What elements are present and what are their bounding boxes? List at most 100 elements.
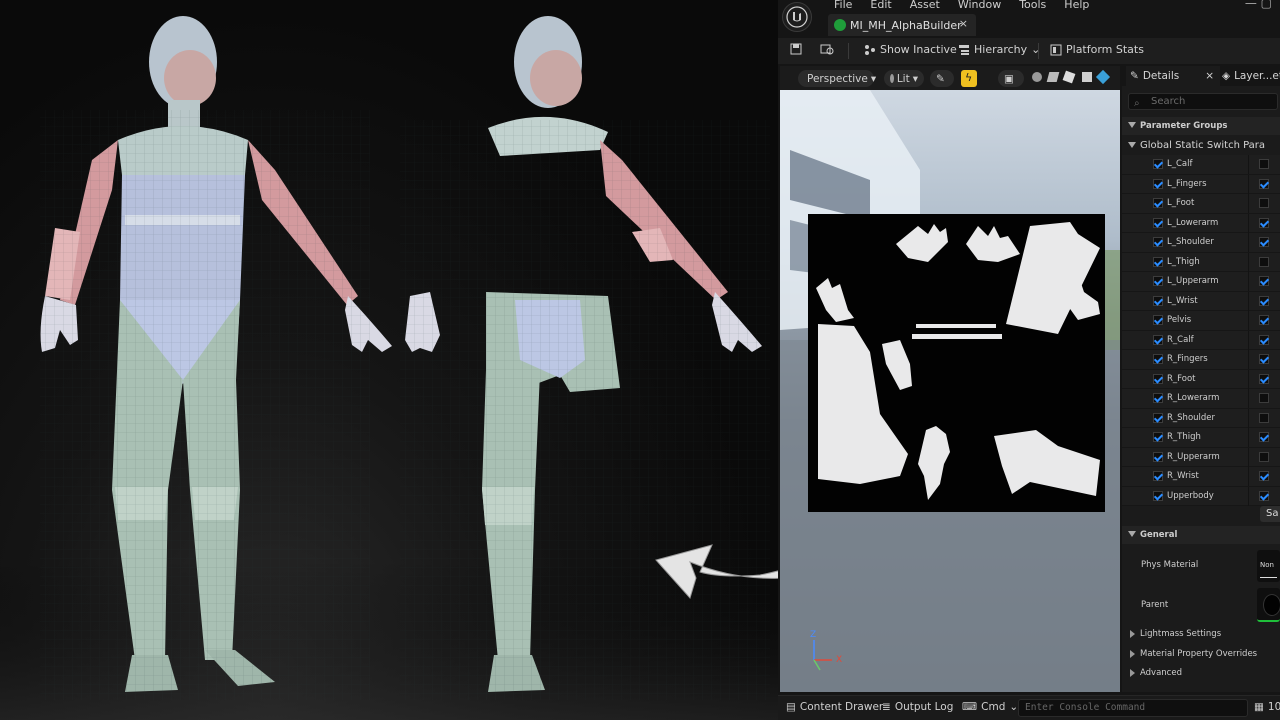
switch-enable-checkbox[interactable] (1153, 393, 1163, 403)
close-icon[interactable]: × (1205, 70, 1214, 82)
source-control-indicator[interactable]: ▦ 10 (1254, 701, 1280, 713)
cube-preview-icon[interactable] (1082, 72, 1092, 82)
switch-enable-checkbox[interactable] (1153, 276, 1163, 286)
menu-file[interactable]: File (825, 0, 861, 12)
parent-thumbnail-icon (1263, 594, 1280, 616)
toolbar-separator (1038, 43, 1039, 59)
lit-dropdown[interactable]: Lit ▾ (884, 70, 924, 87)
switch-enable-checkbox[interactable] (1153, 471, 1163, 481)
save-icon (790, 43, 802, 55)
switch-value-checkbox[interactable] (1259, 471, 1269, 481)
switch-value-checkbox[interactable] (1259, 159, 1269, 169)
parameter-groups-header[interactable]: Parameter Groups (1122, 117, 1280, 135)
hierarchy-button[interactable]: Hierarchy ⌄ (958, 43, 1040, 56)
menu-window[interactable]: Window (949, 0, 1010, 12)
switch-enable-checkbox[interactable] (1153, 237, 1163, 247)
static-switch-row: R_Shoulder (1122, 408, 1280, 428)
switch-enable-checkbox[interactable] (1153, 256, 1163, 267)
switch-enable-checkbox[interactable] (1153, 451, 1163, 462)
switch-label: L_Foot (1167, 198, 1195, 208)
column-divider (1248, 194, 1249, 213)
window-controls-icon[interactable]: — ▢ (1245, 0, 1272, 10)
unreal-logo[interactable] (782, 2, 812, 32)
global-static-switch-header[interactable]: Global Static Switch Para (1122, 136, 1280, 154)
show-flags-dropdown[interactable]: ✎ (930, 70, 954, 87)
switch-value-checkbox[interactable] (1259, 412, 1269, 423)
close-tab-icon[interactable]: × (959, 17, 968, 30)
switch-value-checkbox[interactable] (1259, 334, 1269, 345)
cmd-dropdown[interactable]: ⌨ Cmd ⌄ (962, 701, 1018, 713)
viewport-render[interactable]: Z X (780, 90, 1120, 692)
wand-icon: ✎ (936, 72, 945, 85)
platform-stats-button[interactable]: Platform Stats (1050, 43, 1144, 56)
switch-value-checkbox[interactable] (1259, 276, 1269, 286)
advanced-header[interactable]: Advanced (1122, 664, 1280, 682)
switch-value-checkbox[interactable] (1259, 432, 1269, 442)
switch-enable-checkbox[interactable] (1153, 315, 1163, 325)
console-command-input[interactable]: Enter Console Command (1018, 699, 1248, 717)
output-log-button[interactable]: ≣ Output Log (882, 701, 953, 713)
cylinder-preview-icon[interactable] (1062, 70, 1076, 84)
menu-help[interactable]: Help (1055, 0, 1098, 12)
chevron-down-icon: ▾ (870, 72, 877, 85)
switch-value-checkbox[interactable] (1259, 373, 1269, 384)
show-inactive-button[interactable]: Show Inactive (864, 43, 957, 56)
switch-enable-checkbox[interactable] (1153, 490, 1163, 501)
switch-value-checkbox[interactable] (1259, 198, 1269, 208)
plane-preview-icon[interactable] (1046, 72, 1060, 82)
menu-tools[interactable]: Tools (1010, 0, 1055, 12)
realtime-toggle[interactable]: ϟ (961, 70, 977, 87)
switch-enable-checkbox[interactable] (1153, 217, 1163, 228)
details-search-input[interactable]: ⌕ Search (1128, 93, 1278, 110)
switch-enable-checkbox[interactable] (1153, 412, 1163, 423)
switch-label: R_Shoulder (1167, 412, 1216, 423)
switch-enable-checkbox[interactable] (1153, 178, 1163, 189)
source-control-icon: ▦ (1254, 701, 1264, 713)
tab-details-label: Details (1142, 70, 1180, 82)
switch-value-checkbox[interactable] (1259, 354, 1269, 364)
switch-value-checkbox[interactable] (1259, 178, 1269, 189)
global-static-switch-label: Global Static Switch Para (1140, 139, 1266, 151)
switch-value-checkbox[interactable] (1259, 217, 1269, 228)
viewport-toolbar: Perspective ▾ Lit ▾ ✎ ϟ ▣ (780, 66, 1120, 90)
switch-value-checkbox[interactable] (1259, 295, 1269, 306)
switch-value-checkbox[interactable] (1259, 315, 1269, 325)
save-button[interactable] (790, 43, 802, 55)
x-axis-label: X (836, 655, 843, 665)
tab-details[interactable]: ✎ Details × (1126, 66, 1220, 86)
parent-material-thumbnail[interactable] (1257, 588, 1280, 622)
custom-mesh-preview-icon[interactable] (1095, 69, 1111, 85)
console-placeholder: Enter Console Command (1025, 702, 1146, 713)
switch-value-checkbox[interactable] (1259, 393, 1269, 403)
browse-button[interactable] (820, 43, 834, 55)
switch-value-checkbox[interactable] (1259, 451, 1269, 462)
switch-enable-checkbox[interactable] (1153, 198, 1163, 208)
switch-value-checkbox[interactable] (1259, 256, 1269, 267)
perspective-dropdown[interactable]: Perspective ▾ (798, 70, 877, 87)
preview-viewport[interactable]: Perspective ▾ Lit ▾ ✎ ϟ ▣ Z X (780, 66, 1120, 692)
switch-value-checkbox[interactable] (1259, 490, 1269, 501)
column-divider (1248, 428, 1249, 447)
menu-edit[interactable]: Edit (861, 0, 900, 12)
search-icon: ⌕ (1134, 98, 1140, 109)
switch-enable-checkbox[interactable] (1153, 295, 1163, 306)
material-overrides-header[interactable]: Material Property Overrides (1122, 645, 1280, 663)
unreal-logo-icon (786, 6, 808, 28)
phys-material-picker[interactable]: Non (1257, 550, 1280, 582)
tab-layer-parameters[interactable]: ◈ Layer...ete (1222, 66, 1280, 86)
document-tab[interactable]: MI_MH_AlphaBuilder × (828, 14, 976, 36)
menu-asset[interactable]: Asset (901, 0, 949, 12)
switch-enable-checkbox[interactable] (1153, 432, 1163, 442)
sphere-preview-icon[interactable] (1032, 72, 1042, 82)
general-header[interactable]: General (1122, 526, 1280, 544)
switch-enable-checkbox[interactable] (1153, 354, 1163, 364)
switch-enable-checkbox[interactable] (1153, 159, 1163, 169)
switch-enable-checkbox[interactable] (1153, 334, 1163, 345)
switch-enable-checkbox[interactable] (1153, 373, 1163, 384)
save-sibling-button[interactable]: Sa (1260, 506, 1280, 522)
switch-label: L_Shoulder (1167, 237, 1214, 247)
lightmass-settings-header[interactable]: Lightmass Settings (1122, 625, 1280, 643)
switch-value-checkbox[interactable] (1259, 237, 1269, 247)
background-dropdown[interactable]: ▣ (998, 70, 1024, 87)
content-drawer-button[interactable]: ▤ Content Drawer (786, 701, 883, 713)
